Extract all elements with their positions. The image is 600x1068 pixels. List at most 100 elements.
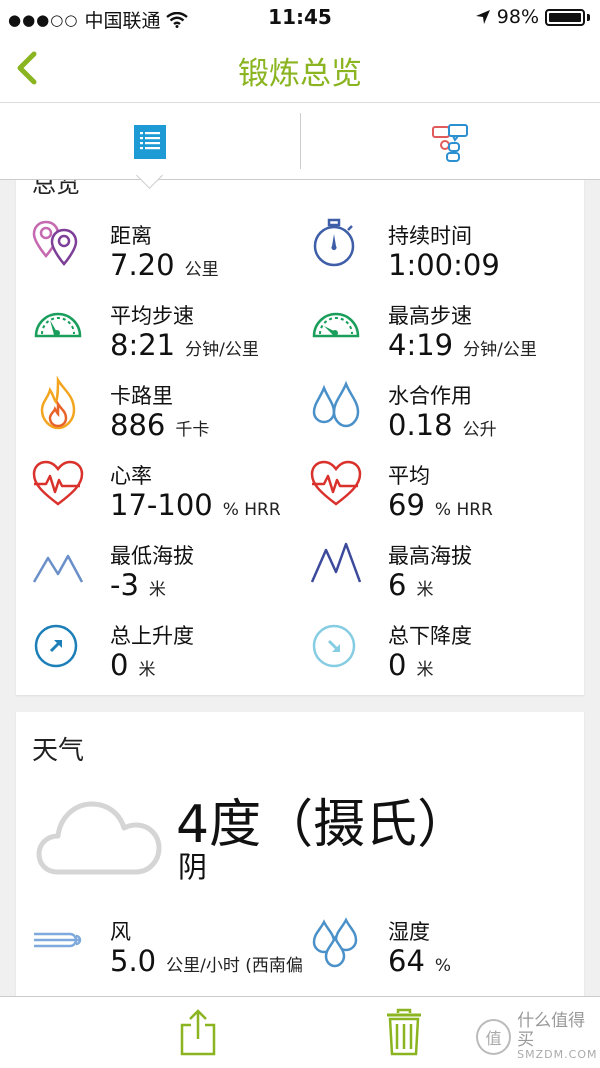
wind-icon bbox=[34, 932, 82, 948]
list-icon bbox=[134, 125, 166, 159]
metric-value: 7.20 bbox=[110, 248, 175, 282]
metric-heart-rate: 心率 17-100 % HRR bbox=[30, 456, 300, 526]
metric-label: 平均 bbox=[388, 464, 430, 488]
metric-value: 5.0 bbox=[110, 944, 157, 978]
watermark-text-en: SMZDM.COM bbox=[517, 1048, 598, 1062]
share-icon[interactable] bbox=[178, 1007, 218, 1057]
segments-icon bbox=[432, 124, 468, 162]
metric-unit: % HRR bbox=[222, 500, 281, 520]
metric-unit: % bbox=[434, 956, 452, 976]
metric-label: 最低海拔 bbox=[110, 544, 194, 568]
speedometer-icon bbox=[34, 312, 82, 338]
status-right: 98% bbox=[475, 6, 590, 28]
weather-title: 天气 bbox=[32, 736, 85, 766]
speedometer-icon bbox=[312, 312, 360, 338]
mountain-icon bbox=[32, 554, 84, 583]
metric-value-row: -3 米 bbox=[110, 568, 166, 602]
metric-value: 64 bbox=[388, 944, 425, 978]
metric-max-pace: 最高步速 4:19 分钟/公里 bbox=[308, 296, 578, 366]
metric-duration: 持续时间 1:00:09 bbox=[308, 216, 578, 286]
metric-label: 总下降度 bbox=[388, 624, 472, 648]
metric-unit: 米 bbox=[416, 660, 434, 680]
metric-label: 湿度 bbox=[388, 920, 430, 944]
metric-value: -3 bbox=[110, 568, 139, 602]
metric-unit: 分钟/公里 bbox=[463, 340, 537, 360]
metric-value: 886 bbox=[110, 408, 166, 442]
cloud-icon bbox=[36, 801, 162, 875]
water-drops-icon bbox=[312, 917, 358, 968]
weather-card: 天气 4度（摄氏） 阴 风 5.0 公里/小时 (西南偏 湿度 64% bbox=[16, 712, 584, 1002]
location-arrow-icon bbox=[475, 10, 490, 24]
stopwatch-icon bbox=[313, 218, 355, 267]
metric-label: 总上升度 bbox=[110, 624, 194, 648]
metric-value-row: 7.20 公里 bbox=[110, 248, 219, 282]
tab-segments-view[interactable] bbox=[301, 103, 600, 179]
weather-condition: 阴 bbox=[178, 850, 208, 884]
battery-icon bbox=[545, 8, 585, 26]
metric-value-row: 17-100 % HRR bbox=[110, 488, 281, 522]
metric-unit: 公里 bbox=[184, 260, 219, 280]
metric-value-row: 0米 bbox=[110, 648, 155, 682]
view-tabs bbox=[0, 103, 600, 180]
page-title: 锻炼总览 bbox=[238, 56, 362, 92]
descent-arrow-icon bbox=[312, 624, 356, 668]
heart-rate-icon bbox=[310, 460, 362, 506]
metric-total-ascent: 总上升度 0米 bbox=[30, 616, 300, 686]
metric-label: 卡路里 bbox=[110, 384, 173, 408]
metric-unit: 米 bbox=[138, 660, 156, 680]
metric-unit: 公里/小时 (西南偏 bbox=[166, 956, 303, 976]
metric-value: 17-100 bbox=[110, 488, 213, 522]
metric-value: 6 bbox=[388, 568, 407, 602]
metric-value-row: 0.18 公升 bbox=[388, 408, 497, 442]
metric-label: 风 bbox=[110, 920, 131, 944]
metric-value: 1:00:09 bbox=[388, 248, 500, 282]
metric-value-row: 1:00:09 bbox=[388, 248, 510, 282]
metric-unit: 米 bbox=[416, 580, 434, 600]
metric-value: 8:21 bbox=[110, 328, 176, 362]
metric-min-elevation: 最低海拔 -3 米 bbox=[30, 536, 300, 606]
metric-unit: 米 bbox=[148, 580, 166, 600]
location-pins-icon bbox=[32, 220, 78, 266]
metric-value-row: 6米 bbox=[388, 568, 433, 602]
navigation-bar: 锻炼总览 bbox=[0, 34, 600, 103]
metric-label: 最高海拔 bbox=[388, 544, 472, 568]
metric-calories: 卡路里 886 千卡 bbox=[30, 376, 300, 446]
metric-value: 0.18 bbox=[388, 408, 453, 442]
trash-icon[interactable] bbox=[384, 1007, 424, 1057]
metric-max-elevation: 最高海拔 6米 bbox=[308, 536, 578, 606]
metric-value: 0 bbox=[388, 648, 407, 682]
metric-value-row: 5.0 公里/小时 (西南偏 bbox=[110, 944, 303, 978]
metric-label: 持续时间 bbox=[388, 224, 472, 248]
metric-label: 水合作用 bbox=[388, 384, 472, 408]
metric-avg-pace: 平均步速 8:21 分钟/公里 bbox=[30, 296, 300, 366]
metric-value-row: 886 千卡 bbox=[110, 408, 209, 442]
ascent-arrow-icon bbox=[34, 624, 78, 668]
metric-unit: 公升 bbox=[462, 420, 497, 440]
metric-unit: 分钟/公里 bbox=[185, 340, 259, 360]
watermark-logo: 值 bbox=[476, 1018, 512, 1055]
mountain-icon bbox=[310, 542, 362, 583]
water-drops-icon bbox=[312, 380, 360, 428]
metric-value-row: 69 % HRR bbox=[388, 488, 493, 522]
watermark-text-cn: 什么值得买 bbox=[517, 1011, 586, 1050]
metric-humidity: 湿度 64% bbox=[308, 912, 578, 982]
metric-label: 最高步速 bbox=[388, 304, 472, 328]
metric-unit: 千卡 bbox=[175, 420, 210, 440]
watermark-text: 什么值得买 SMZDM.COM bbox=[517, 1012, 600, 1061]
summary-card-title: 总览 bbox=[32, 180, 80, 198]
metric-value-row: 64% bbox=[388, 944, 451, 978]
metric-hydration: 水合作用 0.18 公升 bbox=[308, 376, 578, 446]
metric-distance: 距离 7.20 公里 bbox=[30, 216, 300, 286]
flame-icon bbox=[40, 376, 76, 430]
metric-unit: % HRR bbox=[434, 500, 493, 520]
metric-avg-heart-rate: 平均 69 % HRR bbox=[308, 456, 578, 526]
metric-label: 距离 bbox=[110, 224, 152, 248]
metric-value: 4:19 bbox=[388, 328, 454, 362]
weather-temperature: 4度（摄氏） bbox=[176, 795, 470, 855]
status-bar: ●●●○○ 中国联通 11:45 98% bbox=[0, 0, 600, 34]
metric-wind: 风 5.0 公里/小时 (西南偏 bbox=[30, 912, 320, 982]
battery-tip bbox=[587, 13, 590, 21]
battery-percent: 98% bbox=[496, 6, 539, 28]
metric-total-descent: 总下降度 0米 bbox=[308, 616, 578, 686]
metric-label: 平均步速 bbox=[110, 304, 194, 328]
